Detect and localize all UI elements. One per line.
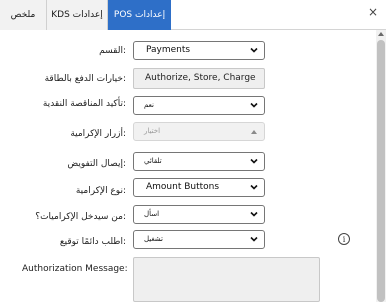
tip-buttons-value: اختيار (144, 127, 161, 135)
auth-receipt-label: :إيصال التفويض (67, 159, 126, 169)
tip-entry-label: :من سيدخل الإكراميات؟ (35, 212, 126, 222)
tab-summary[interactable]: ملخص (0, 0, 47, 30)
always-signature-select[interactable]: تشغيل (133, 230, 265, 249)
card-payment-options-field: Authorize, Store, Charge (133, 68, 265, 89)
authorization-message-textarea[interactable] (133, 257, 320, 302)
tab-bar: ملخص KDS إعدادات POS إعدادات (0, 0, 386, 30)
tip-entry-value: اسأل (144, 210, 160, 218)
chevron-down-icon (250, 236, 258, 242)
caret-up-icon (251, 130, 257, 134)
tip-type-label: :نوع الإكرامية (75, 186, 126, 196)
info-icon[interactable]: i (338, 233, 350, 245)
vertical-scrollbar[interactable] (376, 30, 386, 302)
authorization-message-label: Authorization Message: (22, 264, 128, 274)
confirm-cash-tender-label: :تأكيد المناقصة النقدية (42, 99, 126, 109)
chevron-down-icon (250, 158, 258, 164)
tip-buttons-select: اختيار (133, 122, 265, 141)
scrollbar-thumb[interactable] (377, 40, 385, 302)
close-button[interactable]: × (360, 0, 386, 24)
auth-receipt-select[interactable]: تلقائي (133, 152, 265, 171)
close-icon: × (367, 5, 379, 19)
chevron-down-icon (250, 102, 258, 108)
tip-type-select[interactable]: Amount Buttons (133, 178, 265, 197)
section-label: :القسم (99, 46, 126, 56)
scroll-up-icon[interactable] (378, 32, 384, 36)
always-signature-label: :اطلب دائمًا توقيع (59, 237, 126, 247)
section-value: Payments (146, 45, 191, 55)
tab-kds-settings[interactable]: KDS إعدادات (47, 0, 108, 30)
confirm-cash-tender-select[interactable]: نعم (133, 96, 265, 115)
tip-type-value: Amount Buttons (146, 182, 220, 192)
chevron-down-icon (250, 184, 258, 190)
chevron-down-icon (250, 47, 258, 53)
tip-entry-select[interactable]: اسأل (133, 205, 265, 224)
section-select[interactable]: Payments (133, 41, 265, 60)
always-signature-value: تشغيل (144, 235, 163, 243)
tip-buttons-label: :أزرار الإكرامية (70, 129, 126, 139)
chevron-down-icon (250, 211, 258, 217)
confirm-cash-tender-value: نعم (144, 101, 154, 109)
info-icon-glyph: i (342, 234, 346, 244)
tab-pos-settings[interactable]: POS إعدادات (108, 0, 171, 30)
auth-receipt-value: تلقائي (144, 157, 162, 165)
card-payment-options-label: :خيارات الدفع بالطاقة (44, 74, 126, 84)
